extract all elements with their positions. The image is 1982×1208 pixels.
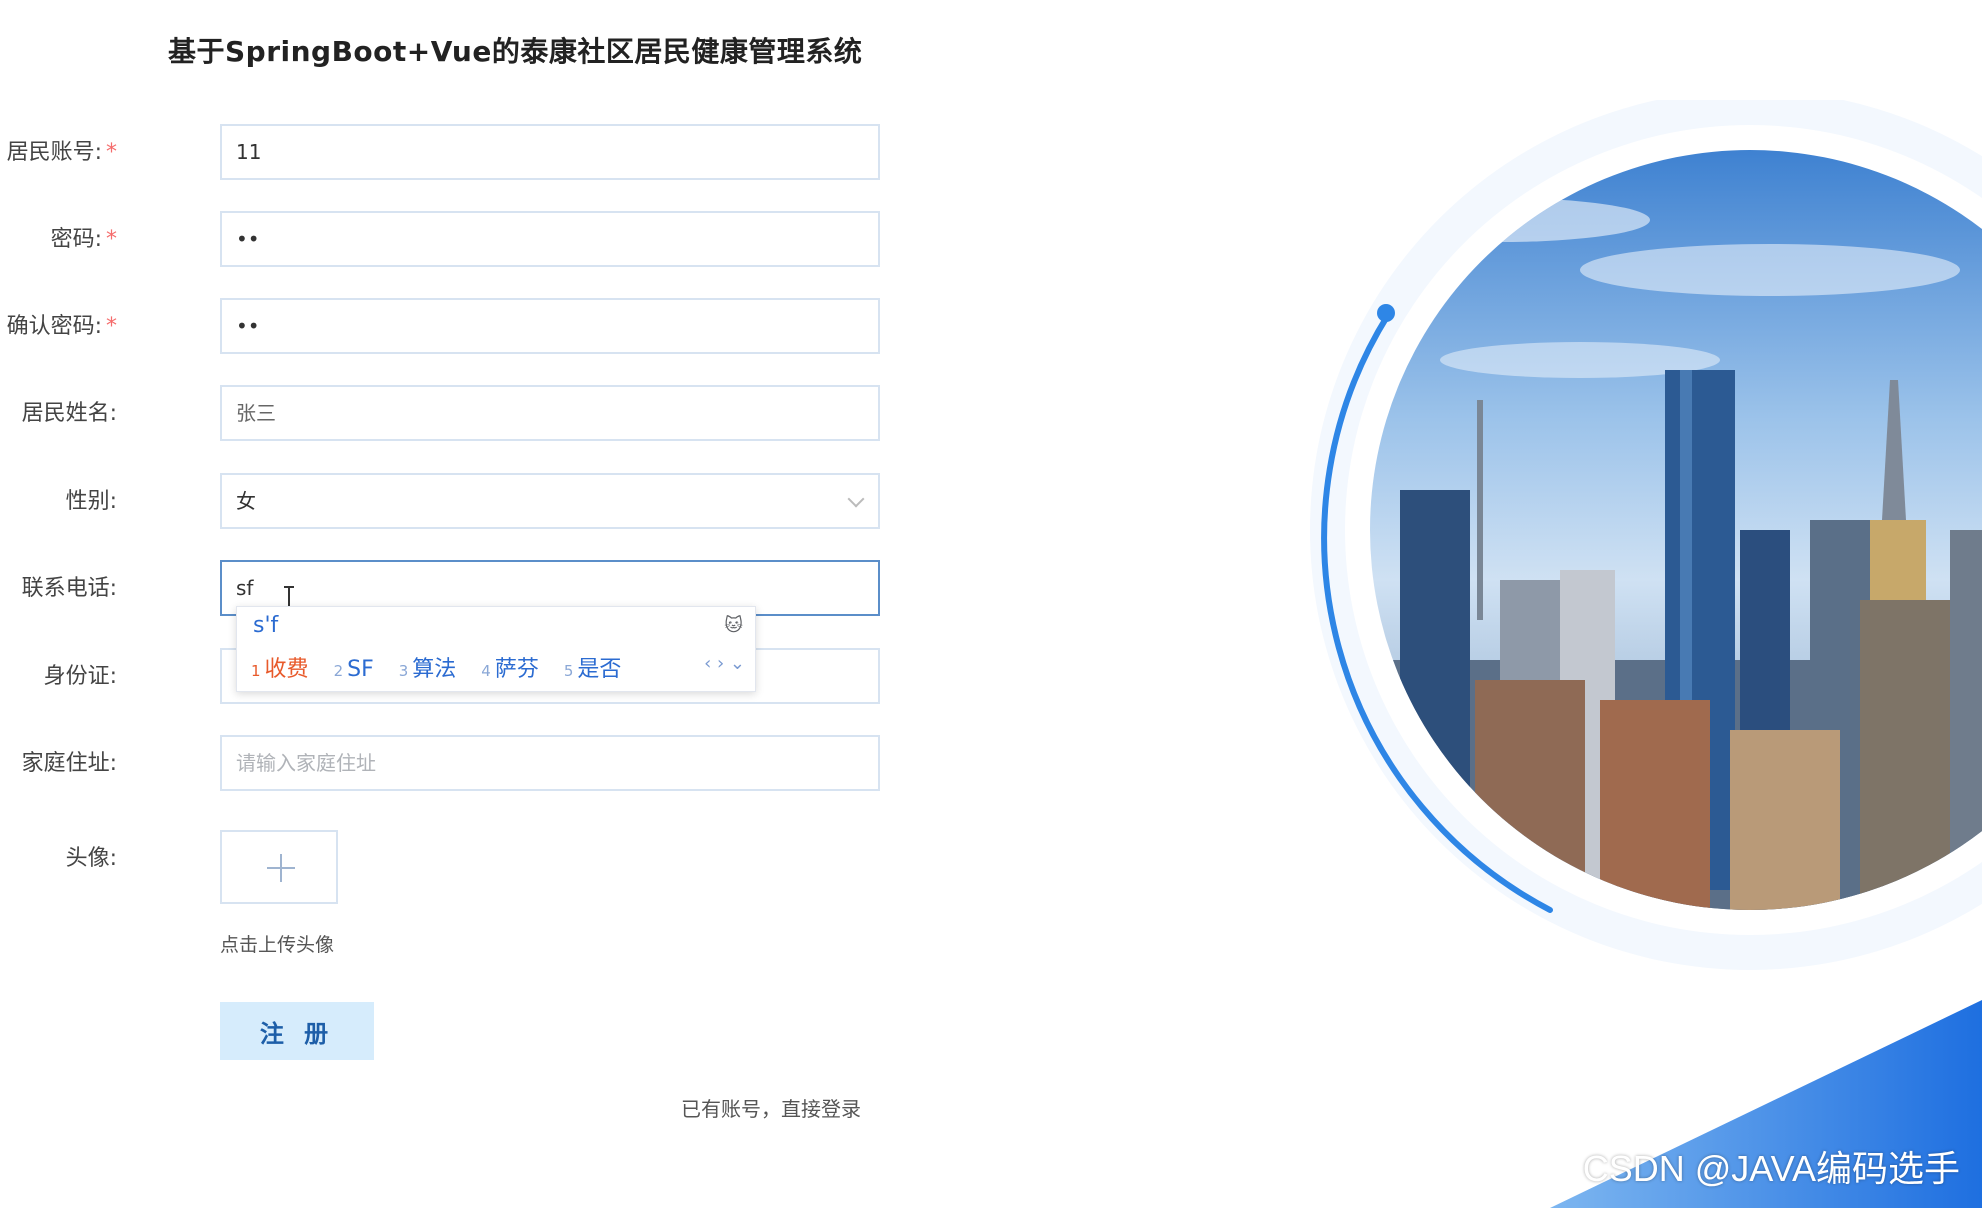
- login-link[interactable]: 已有账号，直接登录: [681, 1093, 861, 1122]
- confirm-password-input[interactable]: ••: [220, 298, 880, 354]
- name-input[interactable]: 张三: [220, 385, 880, 441]
- form-row-password: 密码: * ••: [0, 211, 900, 271]
- form-row-account: 居民账号: * 11: [0, 124, 900, 184]
- avatar-upload-tip: 点击上传头像: [220, 934, 335, 956]
- watermark: CSDN @JAVA编码选手: [1582, 1148, 1960, 1189]
- ime-candidate[interactable]: 2 SF: [334, 657, 374, 682]
- password-label: 密码: *: [50, 227, 117, 252]
- ime-candidate[interactable]: 3 算法: [399, 651, 457, 683]
- form-row-name: 居民姓名: 张三: [0, 385, 900, 445]
- plus-icon: [267, 854, 295, 882]
- avatar-upload-button[interactable]: [220, 830, 338, 904]
- ime-candidate[interactable]: 4 萨芬: [481, 651, 539, 683]
- page-title: 基于SpringBoot+Vue的泰康社区居民健康管理系统: [168, 35, 863, 68]
- password-input[interactable]: ••: [220, 211, 880, 267]
- avatar-label: 头像:: [65, 846, 117, 871]
- form-row-address: 家庭住址: 请输入家庭住址: [0, 735, 900, 795]
- idcard-label: 身份证:: [43, 664, 117, 689]
- register-button[interactable]: 注 册: [220, 1002, 374, 1060]
- address-label: 家庭住址:: [21, 751, 117, 776]
- ime-composition: s'f: [253, 613, 279, 638]
- name-label: 居民姓名:: [21, 401, 117, 426]
- ime-candidate-popup: s'f 🐱 1 收费 2 SF 3 算法 4 萨芬 5 是否 ‹ › ⌄: [236, 606, 756, 692]
- ime-candidate-list: 1 收费 2 SF 3 算法 4 萨芬 5 是否: [251, 651, 639, 683]
- ime-page-nav[interactable]: ‹ › ⌄: [704, 653, 745, 674]
- confirm-password-label: 确认密码: *: [6, 314, 117, 339]
- ime-candidate[interactable]: 5 是否: [564, 651, 622, 683]
- ime-candidate[interactable]: 1 收费: [251, 651, 309, 683]
- gender-value: 女: [236, 489, 256, 513]
- account-label: 居民账号: *: [6, 140, 117, 165]
- gender-select[interactable]: 女: [220, 473, 880, 529]
- emoji-icon[interactable]: 🐱: [724, 615, 743, 636]
- address-input[interactable]: 请输入家庭住址: [220, 735, 880, 791]
- form-row-gender: 性别: 女: [0, 473, 900, 533]
- form-row-confirm-password: 确认密码: * ••: [0, 298, 900, 358]
- gender-label: 性别:: [65, 489, 117, 514]
- chevron-down-icon: [847, 490, 865, 508]
- city-illustration: [1310, 100, 1982, 1208]
- account-input[interactable]: 11: [220, 124, 880, 180]
- form-row-avatar: 头像:: [0, 830, 900, 890]
- phone-label: 联系电话:: [21, 576, 117, 601]
